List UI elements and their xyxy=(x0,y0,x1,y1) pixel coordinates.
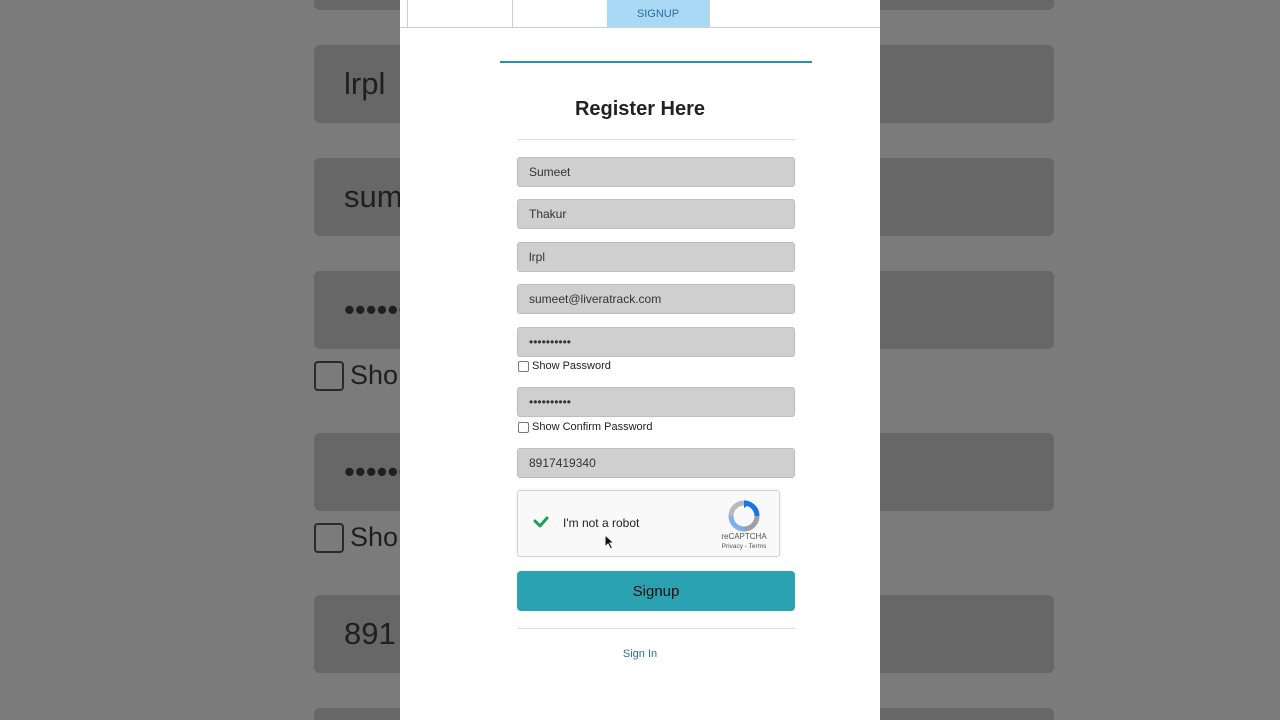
accent-line xyxy=(500,61,812,63)
tab-2[interactable] xyxy=(512,0,607,27)
recaptcha-check-icon[interactable] xyxy=(532,513,550,531)
footer-divider xyxy=(518,628,795,629)
recaptcha-logo-icon xyxy=(728,500,760,532)
tab-signup[interactable]: SIGNUP xyxy=(607,0,709,27)
tab-1[interactable] xyxy=(407,0,512,27)
show-password-toggle[interactable]: Show Password xyxy=(518,360,611,372)
tab-divider xyxy=(709,0,710,27)
sign-in-link[interactable]: Sign In xyxy=(400,648,880,660)
recaptcha-brand: reCAPTCHA xyxy=(721,532,767,541)
bg-show-confirm-password: Sho xyxy=(314,522,398,553)
last-name-input[interactable]: Thakur xyxy=(517,199,795,229)
recaptcha-terms-link[interactable]: Terms xyxy=(749,543,767,550)
first-name-input[interactable]: Sumeet xyxy=(517,157,795,187)
mouse-cursor-icon xyxy=(604,534,616,550)
email-input[interactable]: sumeet@liveratrack.com xyxy=(517,284,795,314)
company-input[interactable]: lrpl xyxy=(517,242,795,272)
signup-button[interactable]: Signup xyxy=(517,571,795,611)
recaptcha-links: Privacy - Terms xyxy=(714,543,774,550)
page-title: Register Here xyxy=(574,98,706,120)
show-confirm-password-checkbox[interactable] xyxy=(518,421,529,433)
recaptcha-separator: - xyxy=(744,543,747,550)
bg-show-password: Sho xyxy=(314,360,398,391)
password-input[interactable]: •••••••••• xyxy=(517,327,795,357)
tab-bar: SIGNUP xyxy=(400,0,880,28)
recaptcha-label: I'm not a robot xyxy=(563,516,640,530)
recaptcha-privacy-link[interactable]: Privacy xyxy=(722,543,743,550)
show-confirm-password-label: Show Confirm Password xyxy=(532,421,653,433)
show-password-checkbox[interactable] xyxy=(518,360,529,372)
register-panel: SIGNUP Register Here Sumeet Thakur lrpl … xyxy=(400,0,880,720)
show-password-label: Show Password xyxy=(532,360,611,372)
confirm-password-input[interactable]: •••••••••• xyxy=(517,387,795,417)
show-confirm-password-toggle[interactable]: Show Confirm Password xyxy=(518,421,652,433)
phone-input[interactable]: 8917419340 xyxy=(517,448,795,478)
recaptcha-widget: I'm not a robot reCAPTCHA Privacy - Term… xyxy=(517,490,780,557)
title-divider xyxy=(518,139,795,140)
